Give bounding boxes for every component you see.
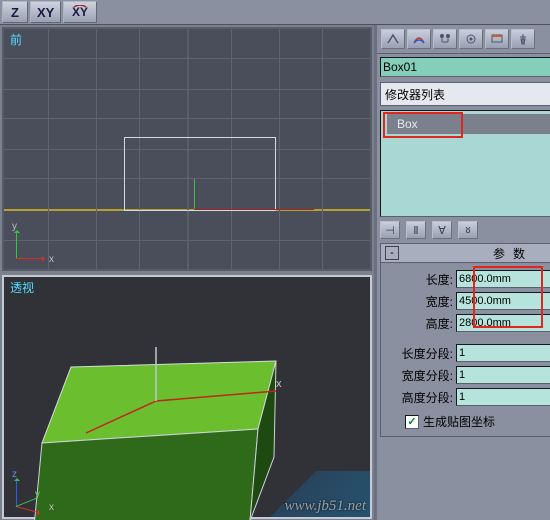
- create-tab-icon[interactable]: [381, 29, 405, 49]
- make-unique-icon[interactable]: ∀: [432, 221, 452, 239]
- motion-tab-icon[interactable]: [459, 29, 483, 49]
- parameters-rollout: - 参数 长度:▲▼ 宽度:▲▼ 高度:▲▼ 长度分段:▲▼ 宽度分段:▲▼ 高…: [380, 243, 550, 437]
- viewport-axis-gizmo: y x: [14, 227, 48, 261]
- length-label: 长度:: [383, 271, 456, 288]
- modifier-list-label: 修改器列表: [385, 86, 445, 103]
- height-label: 高度:: [383, 315, 456, 332]
- height-input[interactable]: [456, 314, 550, 332]
- show-end-result-icon[interactable]: Ⅱ: [406, 221, 426, 239]
- svg-text:Y: Y: [80, 5, 88, 19]
- modify-tab-icon[interactable]: [407, 29, 431, 49]
- viewport-front[interactable]: 前 y: [2, 27, 372, 271]
- command-panel-tabs: [377, 25, 550, 54]
- viewport-axis-gizmo-persp: z x y: [14, 475, 48, 509]
- modifier-stack-item[interactable]: Box: [387, 114, 550, 134]
- parameters-body: 长度:▲▼ 宽度:▲▼ 高度:▲▼ 长度分段:▲▼ 宽度分段:▲▼ 高度分段:▲…: [381, 263, 550, 436]
- wsegs-label: 宽度分段:: [383, 367, 456, 384]
- collapse-icon: -: [385, 246, 399, 260]
- width-label: 宽度:: [383, 293, 456, 310]
- lsegs-label: 长度分段:: [383, 345, 456, 362]
- gen-map-coords-checkbox[interactable]: ✓: [405, 415, 419, 429]
- svg-text:x: x: [276, 378, 282, 390]
- modifier-stack[interactable]: Box: [380, 110, 550, 217]
- gen-map-coords-label: 生成贴图坐标: [423, 413, 495, 430]
- modifier-stack-tools: ⊣ Ⅱ ∀ ᴕ ▦: [380, 221, 550, 239]
- viewport-perspective-label: 透视: [10, 279, 34, 296]
- box-wireframe[interactable]: [124, 137, 276, 211]
- width-input[interactable]: [456, 292, 550, 310]
- move-gizmo-y[interactable]: [194, 179, 195, 209]
- remove-modifier-icon[interactable]: ᴕ: [458, 221, 478, 239]
- utilities-tab-icon[interactable]: [511, 29, 535, 49]
- length-input[interactable]: [456, 270, 550, 288]
- object-name-input[interactable]: [380, 57, 550, 77]
- axis-xy-button[interactable]: XY: [30, 1, 61, 23]
- hierarchy-tab-icon[interactable]: [433, 29, 457, 49]
- viewport-perspective[interactable]: 透视 x z x y www: [2, 275, 372, 519]
- hsegs-input[interactable]: [456, 388, 550, 406]
- axis-xy-rotate-button[interactable]: XY: [63, 1, 97, 23]
- axis-z-button[interactable]: Z: [2, 1, 28, 23]
- parameters-rollout-title: 参数: [405, 245, 550, 262]
- watermark-text: www.jb51.net: [285, 498, 366, 515]
- viewport-front-label: 前: [10, 31, 22, 48]
- pin-stack-icon[interactable]: ⊣: [380, 221, 400, 239]
- svg-text:X: X: [72, 5, 80, 19]
- top-toolbar: Z XY XY: [0, 0, 550, 25]
- modifier-list-combo[interactable]: 修改器列表 ▼: [380, 82, 550, 106]
- lsegs-input[interactable]: [456, 344, 550, 362]
- display-tab-icon[interactable]: [485, 29, 509, 49]
- hsegs-label: 高度分段:: [383, 389, 456, 406]
- command-panel: 修改器列表 ▼ Box ⊣ Ⅱ ∀ ᴕ ▦ - 参数 长度:▲▼ 宽度:▲▼ 高…: [374, 25, 550, 520]
- move-gizmo-x[interactable]: [194, 209, 314, 210]
- parameters-rollout-header[interactable]: - 参数: [381, 244, 550, 263]
- wsegs-input[interactable]: [456, 366, 550, 384]
- box-mesh[interactable]: x: [26, 327, 306, 520]
